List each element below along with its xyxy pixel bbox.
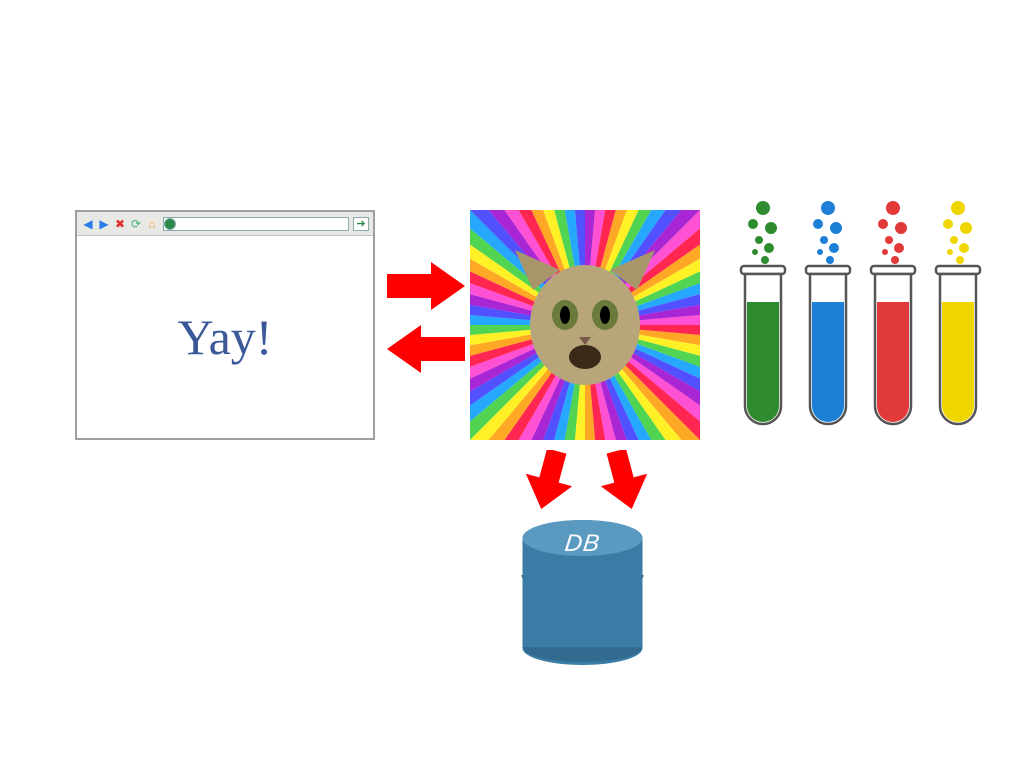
back-icon: ◀ (81, 217, 95, 231)
test-tube-green (741, 201, 785, 424)
database-label: DB (518, 530, 646, 558)
browser-content: Yay! (77, 236, 373, 438)
home-icon: ⌂ (145, 217, 159, 231)
browser-window: ◀ ▶ ✖ ⟳ ⌂ ➔ Yay! (75, 210, 375, 440)
test-tube-blue (806, 201, 850, 424)
psychedelic-cat-image (470, 210, 700, 440)
refresh-icon: ⟳ (129, 217, 143, 231)
forward-icon: ▶ (97, 217, 111, 231)
go-icon: ➔ (353, 217, 369, 231)
arrow-down-right-icon (600, 450, 648, 510)
close-icon: ✖ (113, 217, 127, 231)
globe-icon (164, 218, 176, 230)
test-tubes-group (735, 200, 995, 440)
arrow-down-left-icon (525, 450, 573, 510)
browser-toolbar: ◀ ▶ ✖ ⟳ ⌂ ➔ (77, 212, 373, 236)
test-tube-red (871, 201, 915, 424)
arrow-left-icon (387, 325, 465, 373)
test-tube-yellow (936, 201, 980, 424)
arrow-right-icon (387, 262, 465, 310)
browser-content-text: Yay! (178, 308, 273, 366)
address-bar (163, 217, 349, 231)
